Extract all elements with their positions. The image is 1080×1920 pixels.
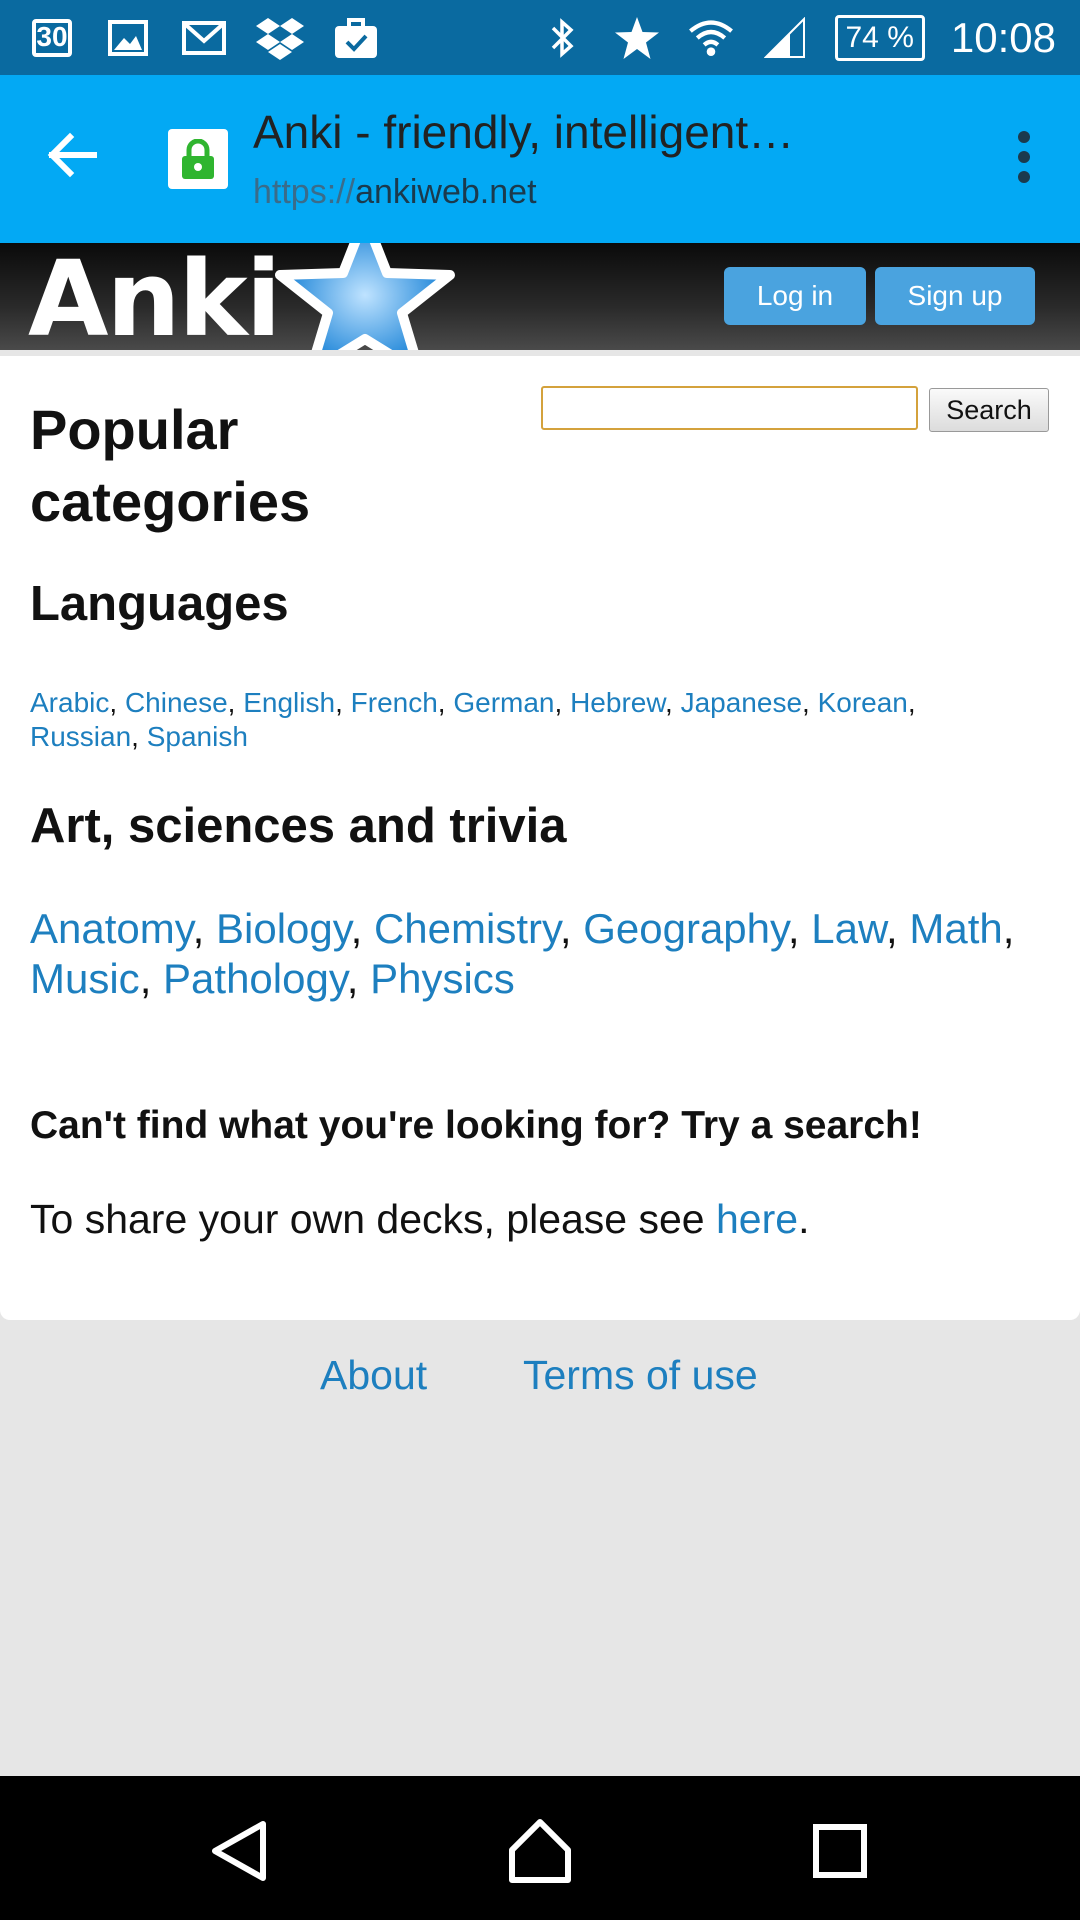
signup-button[interactable]: Sign up bbox=[875, 267, 1035, 325]
category-link[interactable]: Arabic bbox=[30, 687, 109, 718]
category-link[interactable]: German bbox=[453, 687, 554, 718]
navigation-bar bbox=[0, 1776, 1080, 1920]
category-link[interactable]: Japanese bbox=[681, 687, 802, 718]
footer-terms-link[interactable]: Terms of use bbox=[523, 1352, 758, 1399]
category-link[interactable]: Law bbox=[811, 905, 886, 952]
wifi-icon bbox=[687, 14, 735, 62]
bluetooth-icon bbox=[539, 14, 587, 62]
site-header: Anki Log in Sign up bbox=[0, 243, 1080, 350]
nav-back-icon[interactable] bbox=[205, 1816, 275, 1886]
url-host: ankiweb.net bbox=[355, 173, 537, 211]
share-prefix: To share your own decks, please see bbox=[30, 1196, 716, 1242]
language-links: Arabic, Chinese, English, French, German… bbox=[30, 687, 916, 752]
gallery-icon bbox=[104, 14, 152, 62]
search-prompt: Can't find what you're looking for? Try … bbox=[30, 1104, 922, 1147]
share-here-link[interactable]: here bbox=[716, 1196, 798, 1242]
dropbox-icon bbox=[256, 14, 304, 62]
category-link[interactable]: Hebrew bbox=[570, 687, 665, 718]
category-link[interactable]: Biology bbox=[216, 905, 351, 952]
category-link[interactable]: Russian bbox=[30, 721, 131, 752]
category-link[interactable]: Geography bbox=[583, 905, 788, 952]
task-icon bbox=[332, 14, 380, 62]
status-bar: 30 74 % 10:08 bbox=[0, 0, 1080, 75]
lock-icon[interactable] bbox=[168, 129, 228, 189]
main-content: Search Popular categories Languages Arab… bbox=[0, 356, 1080, 1320]
category-link[interactable]: Music bbox=[30, 955, 140, 1002]
category-link[interactable]: English bbox=[243, 687, 335, 718]
signal-icon bbox=[761, 14, 809, 62]
calendar-day: 30 bbox=[32, 19, 72, 57]
battery-icon: 74 % bbox=[834, 15, 925, 61]
search-input[interactable] bbox=[541, 386, 918, 430]
share-decks-text: To share your own decks, please see here… bbox=[30, 1196, 809, 1243]
share-suffix: . bbox=[798, 1196, 810, 1242]
browser-toolbar: Anki - friendly, intelligent… https://an… bbox=[0, 75, 1080, 243]
back-arrow-icon[interactable] bbox=[44, 127, 100, 183]
category-link[interactable]: Physics bbox=[370, 955, 515, 1002]
category-link[interactable]: Korean bbox=[818, 687, 908, 718]
category-link[interactable]: French bbox=[351, 687, 438, 718]
art-science-links: Anatomy, Biology, Chemistry, Geography, … bbox=[30, 905, 1015, 1002]
nav-home-icon[interactable] bbox=[505, 1816, 575, 1886]
section-heading-languages: Languages bbox=[30, 577, 289, 631]
category-link[interactable]: Spanish bbox=[147, 721, 248, 752]
category-link[interactable]: Anatomy bbox=[30, 905, 193, 952]
category-link[interactable]: Chemistry bbox=[374, 905, 560, 952]
category-link[interactable]: Math bbox=[909, 905, 1002, 952]
search-button[interactable]: Search bbox=[929, 388, 1049, 432]
calendar-icon: 30 bbox=[28, 14, 76, 62]
section-heading-art-sciences: Art, sciences and trivia bbox=[30, 799, 567, 853]
anki-star-icon bbox=[275, 243, 455, 350]
category-link[interactable]: Chinese bbox=[125, 687, 228, 718]
anki-logo[interactable]: Anki bbox=[28, 247, 281, 350]
url-scheme: https:// bbox=[253, 173, 356, 211]
page-heading: Popular categories bbox=[30, 398, 311, 533]
url-bar[interactable]: https://ankiweb.net bbox=[253, 173, 537, 212]
footer-about-link[interactable]: About bbox=[320, 1352, 427, 1399]
clock: 10:08 bbox=[950, 14, 1056, 61]
star-icon bbox=[613, 14, 661, 62]
category-link[interactable]: Pathology bbox=[163, 955, 347, 1002]
battery-level: 74 % bbox=[845, 21, 914, 54]
gmail-icon bbox=[180, 14, 228, 62]
nav-recents-icon[interactable] bbox=[805, 1816, 875, 1886]
page-title[interactable]: Anki - friendly, intelligent… bbox=[253, 105, 794, 159]
overflow-menu-icon[interactable] bbox=[1014, 131, 1034, 187]
login-button[interactable]: Log in bbox=[724, 267, 866, 325]
